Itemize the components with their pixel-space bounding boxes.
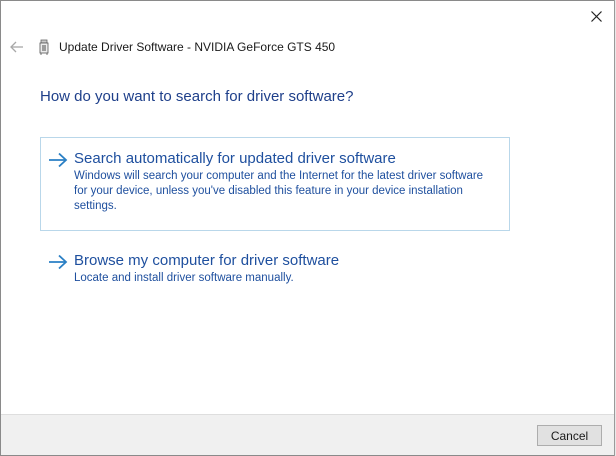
close-icon	[590, 10, 602, 22]
update-driver-dialog: Update Driver Software - NVIDIA GeForce …	[0, 0, 615, 456]
close-button[interactable]	[583, 5, 609, 27]
page-heading: How do you want to search for driver sof…	[40, 88, 354, 105]
dialog-footer: Cancel	[1, 414, 615, 455]
option-title: Search automatically for updated driver …	[74, 150, 396, 167]
search-automatically-option[interactable]: Search automatically for updated driver …	[40, 137, 510, 231]
back-arrow-icon	[10, 41, 23, 53]
option-description: Locate and install driver software manua…	[74, 272, 294, 284]
device-icon	[38, 39, 50, 55]
option-description: Windows will search your computer and th…	[74, 170, 484, 212]
window-title: Update Driver Software - NVIDIA GeForce …	[59, 40, 336, 54]
cancel-button[interactable]: Cancel	[537, 425, 602, 446]
arrow-right-icon	[48, 254, 68, 270]
browse-computer-option[interactable]: Browse my computer for driver software L…	[40, 239, 510, 295]
back-button[interactable]	[8, 39, 26, 55]
option-title: Browse my computer for driver software	[74, 252, 340, 269]
arrow-right-icon	[48, 152, 68, 168]
